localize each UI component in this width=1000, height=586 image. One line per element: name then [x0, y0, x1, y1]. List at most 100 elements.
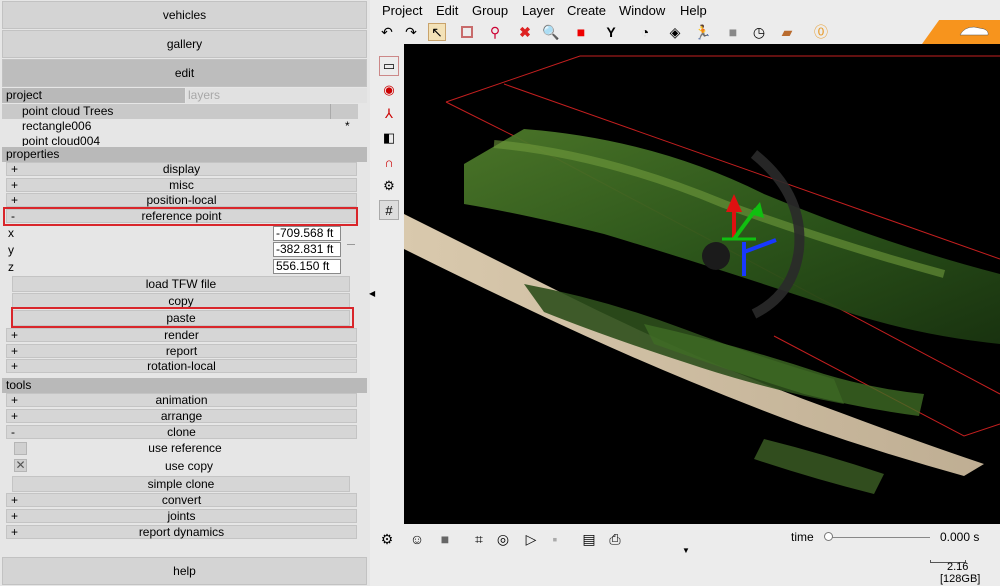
zoom-icon[interactable]: 🔍: [542, 23, 560, 41]
expand-sign: +: [11, 409, 19, 423]
section-label: report dynamics: [138, 525, 225, 539]
simple-clone-button[interactable]: simple clone: [12, 476, 350, 492]
expand-sign: +: [11, 344, 19, 358]
project-item-label: point cloud Trees: [22, 104, 114, 118]
time-slider-handle[interactable]: [824, 532, 833, 541]
section-label: misc: [169, 178, 194, 192]
project-tab[interactable]: project: [2, 88, 185, 103]
magnet-icon[interactable]: ∩: [379, 152, 399, 172]
menu-create[interactable]: Create: [567, 3, 606, 18]
menu-layer[interactable]: Layer: [522, 3, 555, 18]
expand-sign: +: [11, 359, 19, 373]
section-rotation-local[interactable]: + rotation-local: [6, 359, 357, 373]
run-icon[interactable]: 🏃: [694, 23, 712, 41]
gallery-button[interactable]: gallery: [2, 30, 367, 58]
menu-project[interactable]: Project: [382, 3, 422, 18]
wheel-icon[interactable]: ⚙: [378, 530, 396, 548]
menu-help[interactable]: Help: [680, 3, 707, 18]
graph-icon[interactable]: ⌗: [470, 530, 488, 548]
menu-window[interactable]: Window: [619, 3, 665, 18]
help-button[interactable]: help: [2, 557, 367, 585]
expand-sign: +: [11, 328, 19, 342]
section-animation[interactable]: + animation: [6, 393, 357, 407]
timer-icon[interactable]: ◷: [750, 23, 768, 41]
axis-y-icon[interactable]: Y: [602, 23, 620, 41]
section-report[interactable]: + report: [6, 344, 357, 358]
undo-icon[interactable]: ↶: [378, 23, 396, 41]
tools-header: tools: [2, 378, 367, 393]
layers-tab[interactable]: layers: [186, 88, 367, 103]
section-label: animation: [155, 393, 208, 407]
terrain-icon[interactable]: ◈: [666, 23, 684, 41]
section-render[interactable]: + render: [6, 328, 357, 342]
section-label: convert: [161, 493, 202, 507]
link-icon[interactable]: ⚲: [486, 23, 504, 41]
section-label: arrange: [160, 409, 203, 423]
load-tfw-button[interactable]: load TFW file: [12, 276, 350, 292]
menu-group[interactable]: Group: [472, 3, 508, 18]
vertical-toolbar: ▭ ◉ ⅄ ◧ ∩ ⚙ #: [374, 44, 404, 524]
camera-icon[interactable]: ◎: [494, 530, 512, 548]
expand-sign: +: [11, 493, 19, 507]
use-copy-label: use copy: [164, 459, 214, 473]
section-label: report: [165, 344, 198, 358]
gears-icon[interactable]: ⚙: [379, 176, 399, 196]
section-position-local[interactable]: + position-local: [6, 193, 357, 207]
menu-edit[interactable]: Edit: [436, 3, 458, 18]
section-label: position-local: [146, 193, 217, 207]
modified-star: *: [345, 119, 350, 133]
redo-icon[interactable]: ↷: [402, 23, 420, 41]
document-icon[interactable]: ▤: [580, 530, 598, 548]
select-arrow-icon[interactable]: ↖: [428, 23, 446, 41]
expand-sign: +: [11, 178, 19, 192]
expand-sign: +: [11, 509, 19, 523]
head-icon[interactable]: ☺: [408, 530, 426, 548]
printer-icon[interactable]: ⎙: [606, 530, 624, 548]
z-field[interactable]: 556.150 ft: [273, 259, 341, 274]
square-icon[interactable]: ■: [724, 23, 742, 41]
stop-square-icon[interactable]: ■: [436, 530, 454, 548]
section-convert[interactable]: + convert: [6, 493, 357, 507]
section-arrange[interactable]: + arrange: [6, 409, 357, 423]
edit-button[interactable]: edit: [2, 59, 367, 87]
reflect-icon[interactable]: ◧: [379, 128, 399, 148]
select-rect-icon[interactable]: [458, 23, 476, 41]
record-icon[interactable]: ▪: [546, 530, 564, 548]
expand-down-arrow[interactable]: ▼: [682, 546, 690, 555]
field-label-x: x: [8, 226, 14, 240]
list-item[interactable]: point cloud004: [2, 134, 358, 146]
ruler-icon[interactable]: ▰: [778, 23, 796, 41]
3d-viewport[interactable]: [404, 44, 1000, 524]
vehicles-button[interactable]: vehicles: [2, 1, 367, 29]
properties-header: properties: [2, 147, 367, 162]
section-label: render: [164, 328, 199, 342]
y-field[interactable]: -382.831 ft: [273, 242, 341, 257]
scale-value: 2.16: [947, 561, 969, 573]
collapse-sign: -: [11, 425, 15, 439]
section-display[interactable]: + display: [6, 162, 357, 176]
time-slider-track[interactable]: [828, 537, 930, 538]
delete-icon[interactable]: ✖: [516, 23, 534, 41]
frame-icon[interactable]: ▭: [379, 56, 399, 76]
cube-icon[interactable]: ■: [572, 23, 590, 41]
main-toolbar: ↶ ↷ ↖ ⚲ ✖ 🔍 ■ Y ◔ ◈ 🏃 ■ ◷ ▰ ⓪: [374, 20, 1000, 44]
project-item-label: point cloud004: [22, 134, 101, 146]
play-icon[interactable]: ▷: [522, 530, 540, 548]
section-clone[interactable]: - clone: [6, 425, 357, 439]
target-icon[interactable]: ◉: [379, 80, 399, 100]
left-panel: vehicles gallery edit project layers poi…: [0, 0, 370, 586]
x-field[interactable]: -709.568 ft: [273, 226, 341, 241]
section-label: rotation-local: [147, 359, 216, 373]
list-item[interactable]: point cloud Trees: [2, 104, 358, 119]
section-misc[interactable]: + misc: [6, 178, 357, 192]
gauge-icon[interactable]: ◔: [636, 23, 654, 41]
expand-sign: +: [11, 162, 19, 176]
section-joints[interactable]: + joints: [6, 509, 357, 523]
axes-icon[interactable]: ⅄: [379, 104, 399, 124]
section-report-dynamics[interactable]: + report dynamics: [6, 525, 357, 539]
help-circle-icon[interactable]: ⓪: [812, 23, 830, 41]
expand-sign: +: [11, 193, 19, 207]
field-label-y: y: [8, 243, 14, 257]
list-item[interactable]: rectangle006 *: [2, 119, 358, 134]
grid-icon[interactable]: #: [379, 200, 399, 220]
